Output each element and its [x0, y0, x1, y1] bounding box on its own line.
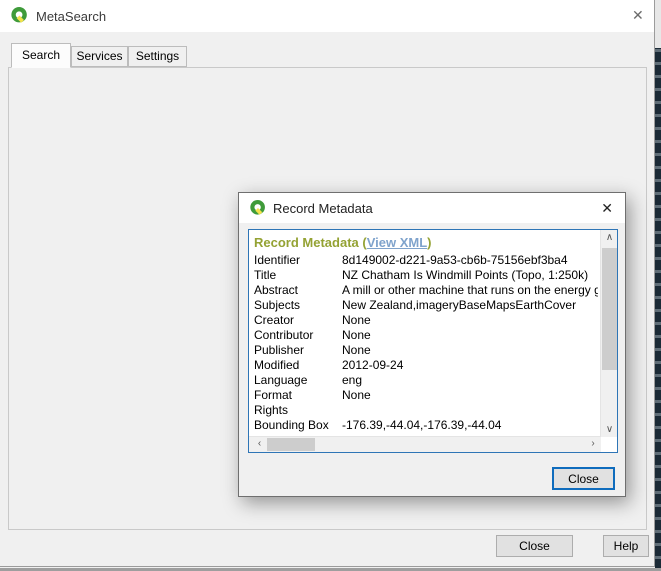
field-label: Title — [254, 268, 342, 283]
tab-settings[interactable]: Settings — [128, 46, 187, 67]
field-value: 8d149002-d221-9a53-cb6b-75156ebf3ba4 — [342, 253, 598, 268]
metadata-field-row: Title NZ Chatham Is Windmill Points (Top… — [254, 268, 598, 283]
dialog-close-button[interactable]: Close — [552, 467, 615, 490]
vertical-scrollbar[interactable]: ∧ ∨ — [600, 230, 617, 437]
field-value: None — [342, 343, 598, 358]
horizontal-scroll-thumb[interactable] — [267, 438, 315, 451]
field-value: None — [342, 388, 598, 403]
main-close-label: Close — [519, 539, 550, 553]
field-label: Identifier — [254, 253, 342, 268]
background-app-strip — [655, 0, 661, 571]
metadata-field-row: Rights — [254, 403, 598, 418]
metadata-field-row: Identifier 8d149002-d221-9a53-cb6b-75156… — [254, 253, 598, 268]
window-title: MetaSearch — [36, 9, 106, 24]
tab-services[interactable]: Services — [71, 46, 128, 67]
metadata-text-area[interactable]: Record Metadata (View XML) Identifier 8d… — [248, 229, 618, 453]
metadata-field-row: Abstract A mill or other machine that ru… — [254, 283, 598, 298]
metadata-field-row: Contributor None — [254, 328, 598, 343]
field-label: Language — [254, 373, 342, 388]
field-value: None — [342, 313, 598, 328]
field-value: None — [342, 328, 598, 343]
field-label: Publisher — [254, 343, 342, 358]
metadata-heading: Record Metadata (View XML) — [254, 235, 598, 253]
main-titlebar[interactable]: MetaSearch ✕ — [0, 0, 654, 32]
metadata-field-row: Language eng — [254, 373, 598, 388]
horizontal-scrollbar[interactable]: ‹ › — [249, 436, 601, 452]
scroll-up-icon[interactable]: ∧ — [601, 232, 618, 243]
view-xml-link[interactable]: View XML — [367, 235, 427, 250]
field-label: Rights — [254, 403, 342, 418]
field-label: Contributor — [254, 328, 342, 343]
metadata-content: Record Metadata (View XML) Identifier 8d… — [254, 235, 598, 433]
help-label: Help — [614, 539, 639, 553]
field-label: Format — [254, 388, 342, 403]
field-value: A mill or other machine that runs on the… — [342, 283, 598, 298]
field-label: Bounding Box — [254, 418, 342, 433]
metadata-field-row: Bounding Box -176.39,-44.04,-176.39,-44.… — [254, 418, 598, 433]
metadata-heading-suffix: ) — [427, 235, 431, 250]
field-label: Creator — [254, 313, 342, 328]
qgis-logo-icon — [10, 6, 29, 25]
help-button[interactable]: Help — [603, 535, 649, 557]
tab-settings-label: Settings — [136, 49, 179, 63]
field-value: -176.39,-44.04,-176.39,-44.04 — [342, 418, 598, 433]
record-metadata-dialog: Record Metadata ✕ Record Metadata (View … — [238, 192, 626, 497]
metadata-field-row: Subjects New Zealand,imageryBaseMapsEart… — [254, 298, 598, 313]
vertical-scroll-thumb[interactable] — [602, 248, 617, 370]
field-label: Modified — [254, 358, 342, 373]
tab-search-label: Search — [22, 48, 60, 62]
field-value: NZ Chatham Is Windmill Points (Topo, 1:2… — [342, 268, 598, 283]
scroll-left-icon[interactable]: ‹ — [251, 438, 268, 449]
dialog-title: Record Metadata — [273, 201, 373, 216]
metadata-field-row: Creator None — [254, 313, 598, 328]
dialog-titlebar[interactable]: Record Metadata ✕ — [239, 193, 625, 223]
dialog-close-label: Close — [568, 472, 599, 486]
scroll-right-icon[interactable]: › — [587, 438, 599, 449]
field-value: New Zealand,imageryBaseMapsEarthCover — [342, 298, 598, 313]
metadata-heading-prefix: Record Metadata ( — [254, 235, 367, 250]
background-app-strip-top — [655, 0, 661, 48]
field-value: 2012-09-24 — [342, 358, 598, 373]
qgis-logo-icon — [249, 199, 267, 217]
main-close-button[interactable]: Close — [496, 535, 573, 557]
metadata-field-row: Publisher None — [254, 343, 598, 358]
field-value — [342, 403, 598, 418]
field-label: Abstract — [254, 283, 342, 298]
tab-services-label: Services — [76, 49, 122, 63]
field-value: eng — [342, 373, 598, 388]
metadata-field-row: Modified 2012-09-24 — [254, 358, 598, 373]
field-label: Subjects — [254, 298, 342, 313]
metadata-field-row: Format None — [254, 388, 598, 403]
main-close-icon[interactable]: ✕ — [632, 7, 644, 24]
tab-search[interactable]: Search — [11, 43, 71, 68]
dialog-close-icon[interactable]: ✕ — [601, 200, 613, 217]
scroll-down-icon[interactable]: ∨ — [601, 424, 618, 435]
